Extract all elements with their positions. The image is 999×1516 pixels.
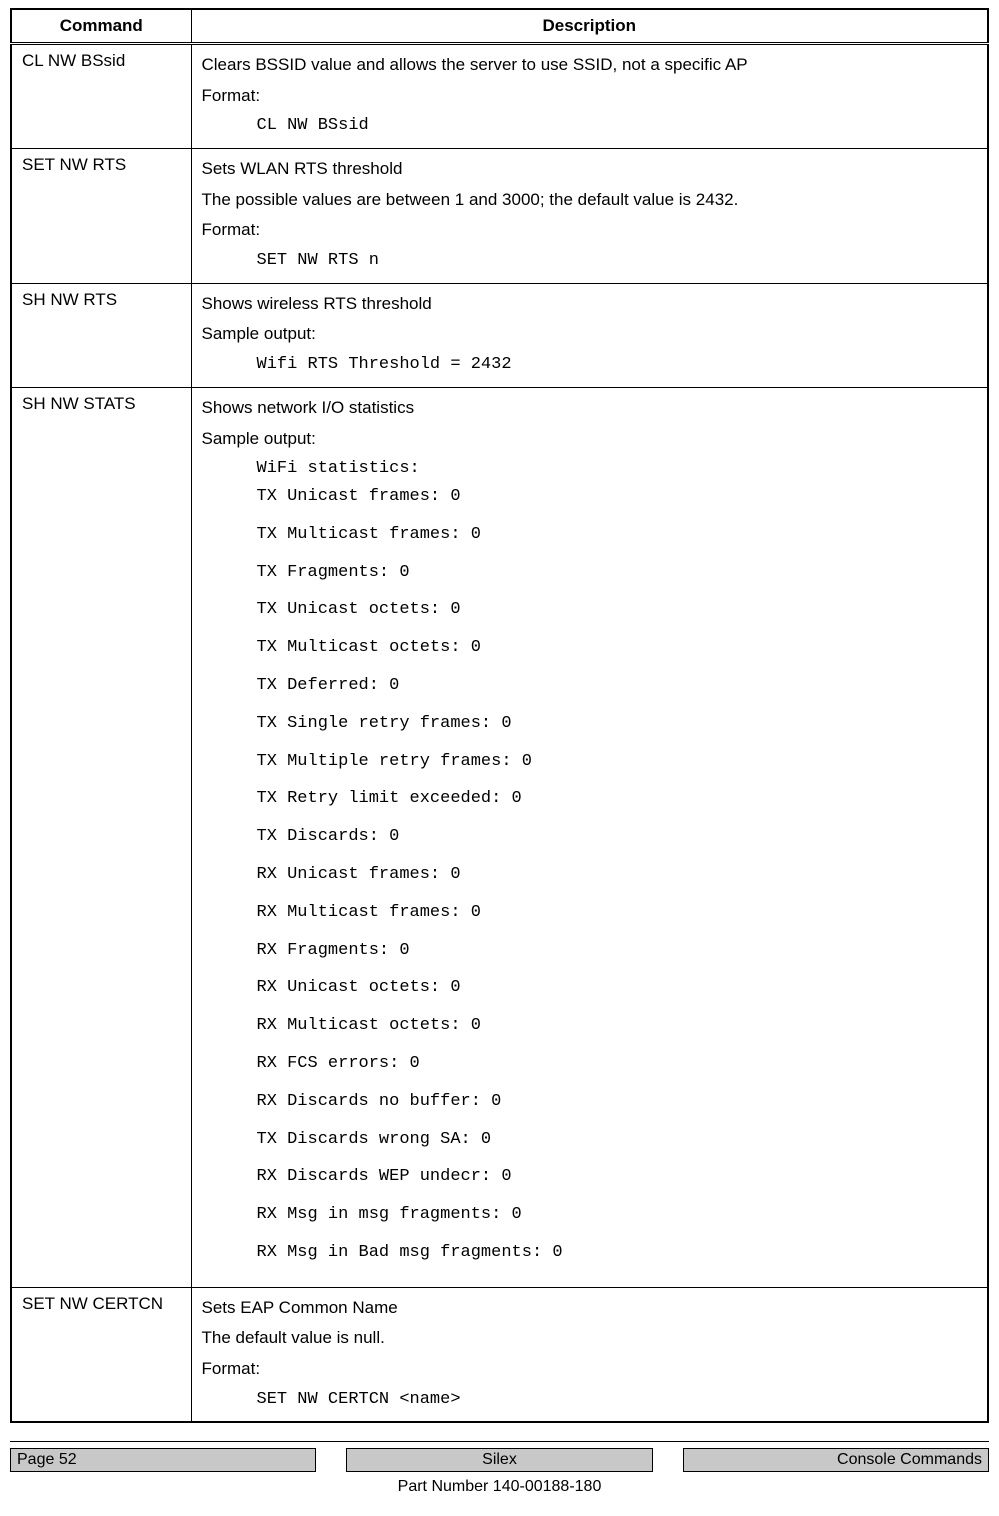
code-line: RX Discards WEP undecr: 0 bbox=[202, 1165, 978, 1189]
code-line: RX Discards no buffer: 0 bbox=[202, 1090, 978, 1114]
code-line: Wifi RTS Threshold = 2432 bbox=[202, 353, 978, 377]
command-cell: SET NW CERTCN bbox=[11, 1287, 191, 1422]
code-line: SET NW RTS n bbox=[202, 249, 978, 273]
desc-text: Sample output: bbox=[202, 322, 978, 347]
desc-text: The default value is null. bbox=[202, 1326, 978, 1351]
desc-text: Sets WLAN RTS threshold bbox=[202, 157, 978, 182]
desc-text: Format: bbox=[202, 218, 978, 243]
command-cell: SH NW RTS bbox=[11, 283, 191, 387]
code-line: TX Deferred: 0 bbox=[202, 674, 978, 698]
code-line: SET NW CERTCN <name> bbox=[202, 1388, 978, 1412]
code-line: TX Discards wrong SA: 0 bbox=[202, 1128, 978, 1152]
part-number: Part Number 140-00188-180 bbox=[10, 1478, 989, 1496]
command-cell: SH NW STATS bbox=[11, 387, 191, 1287]
description-cell: Shows wireless RTS threshold Sample outp… bbox=[191, 283, 988, 387]
header-description: Description bbox=[191, 9, 988, 44]
desc-text: Shows wireless RTS threshold bbox=[202, 292, 978, 317]
code-line: RX Multicast frames: 0 bbox=[202, 901, 978, 925]
command-cell: CL NW BSsid bbox=[11, 44, 191, 149]
description-cell: Sets WLAN RTS threshold The possible val… bbox=[191, 149, 988, 284]
code-line: WiFi statistics: bbox=[202, 457, 978, 481]
desc-text: The possible values are between 1 and 30… bbox=[202, 188, 978, 213]
code-line: RX Unicast frames: 0 bbox=[202, 863, 978, 887]
description-cell: Sets EAP Common Name The default value i… bbox=[191, 1287, 988, 1422]
desc-text: Sample output: bbox=[202, 427, 978, 452]
code-line: RX Unicast octets: 0 bbox=[202, 976, 978, 1000]
code-line: TX Multiple retry frames: 0 bbox=[202, 750, 978, 774]
desc-text: Format: bbox=[202, 84, 978, 109]
code-line: RX FCS errors: 0 bbox=[202, 1052, 978, 1076]
table-row: SET NW CERTCN Sets EAP Common Name The d… bbox=[11, 1287, 988, 1422]
header-command: Command bbox=[11, 9, 191, 44]
commands-table: Command Description CL NW BSsid Clears B… bbox=[10, 8, 989, 1423]
code-line: RX Msg in msg fragments: 0 bbox=[202, 1203, 978, 1227]
code-line: TX Retry limit exceeded: 0 bbox=[202, 787, 978, 811]
table-row: SH NW RTS Shows wireless RTS threshold S… bbox=[11, 283, 988, 387]
description-cell: Clears BSSID value and allows the server… bbox=[191, 44, 988, 149]
code-line: TX Fragments: 0 bbox=[202, 561, 978, 585]
command-cell: SET NW RTS bbox=[11, 149, 191, 284]
code-line: TX Unicast octets: 0 bbox=[202, 598, 978, 622]
code-line: TX Unicast frames: 0 bbox=[202, 485, 978, 509]
desc-text: Shows network I/O statistics bbox=[202, 396, 978, 421]
footer-brand: Silex bbox=[346, 1448, 652, 1472]
footer-row: Page 52 Silex Console Commands bbox=[10, 1448, 989, 1472]
desc-text: Format: bbox=[202, 1357, 978, 1382]
footer-section: Console Commands bbox=[683, 1448, 989, 1472]
code-line: TX Discards: 0 bbox=[202, 825, 978, 849]
table-row: CL NW BSsid Clears BSSID value and allow… bbox=[11, 44, 988, 149]
table-row: SH NW STATS Shows network I/O statistics… bbox=[11, 387, 988, 1287]
code-line: CL NW BSsid bbox=[202, 114, 978, 138]
desc-text: Sets EAP Common Name bbox=[202, 1296, 978, 1321]
code-line: TX Single retry frames: 0 bbox=[202, 712, 978, 736]
table-row: SET NW RTS Sets WLAN RTS threshold The p… bbox=[11, 149, 988, 284]
footer-divider bbox=[10, 1441, 989, 1442]
code-line: TX Multicast frames: 0 bbox=[202, 523, 978, 547]
desc-text: Clears BSSID value and allows the server… bbox=[202, 53, 978, 78]
footer-page: Page 52 bbox=[10, 1448, 316, 1472]
code-line: RX Msg in Bad msg fragments: 0 bbox=[202, 1241, 978, 1265]
code-line: TX Multicast octets: 0 bbox=[202, 636, 978, 660]
code-line: RX Multicast octets: 0 bbox=[202, 1014, 978, 1038]
description-cell: Shows network I/O statistics Sample outp… bbox=[191, 387, 988, 1287]
code-line: RX Fragments: 0 bbox=[202, 939, 978, 963]
